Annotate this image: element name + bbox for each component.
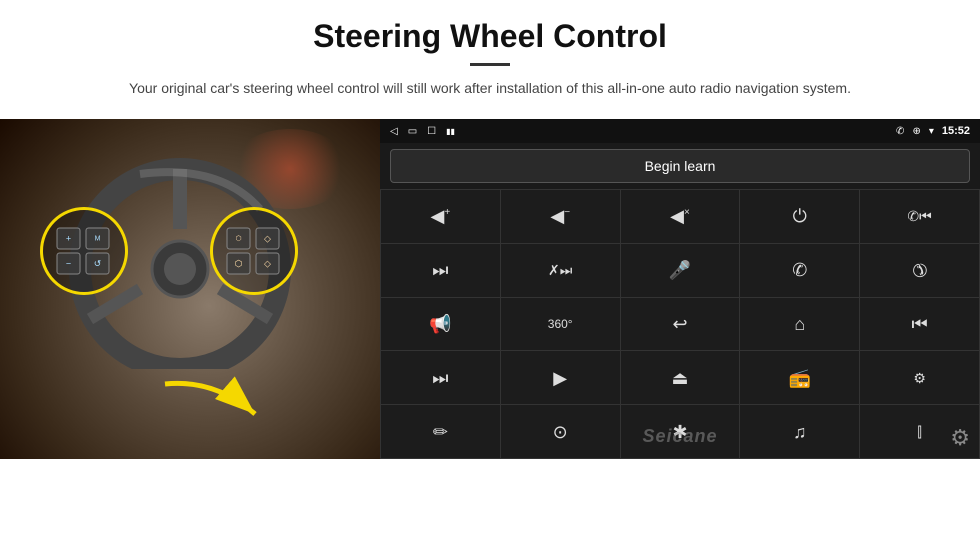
begin-learn-row: Begin learn (380, 143, 980, 189)
yellow-arrow (155, 374, 275, 434)
back-nav-icon[interactable]: ◁ (390, 126, 398, 137)
window-icon[interactable]: ▭ (408, 126, 417, 137)
phone-status-icon: ✆ (896, 126, 904, 137)
status-bar: ◁ ▭ ☐ ▮▮ ✆ ⊕ ▾ 15:52 (380, 119, 980, 143)
icon-grid: ◀+ ◀− ◀× ⏻ ✆⏮ ⏭ (380, 189, 980, 459)
mute-next-button[interactable]: ✗⏭ (501, 244, 620, 297)
right-control-btns: ⬡ ◇ ⬡ ◇ (227, 228, 282, 275)
next-track-icon: ⏭ (432, 261, 448, 279)
vol-down-button[interactable]: ◀− (501, 190, 620, 243)
car-image: + M − ↺ ⬡ ◇ ⬡ ◇ (0, 119, 380, 459)
radio-icon: 📻 (789, 369, 811, 387)
back-icon: ↩ (672, 315, 687, 333)
next-track-button[interactable]: ⏭ (381, 244, 500, 297)
ctrl-btn-8[interactable]: ◇ (256, 253, 280, 275)
ctrl-btn-1[interactable]: + (57, 228, 81, 250)
page-title: Steering Wheel Control (60, 18, 920, 55)
wifi-status-icon: ▾ (929, 126, 934, 137)
home-icon: ⌂ (794, 315, 805, 333)
title-divider (470, 63, 510, 66)
android-screen: ◁ ▭ ☐ ▮▮ ✆ ⊕ ▾ 15:52 Begin learn (380, 119, 980, 459)
ctrl-btn-2[interactable]: M (86, 228, 110, 250)
fast-fwd-icon: ⏭ (432, 369, 448, 387)
back-button[interactable]: ↩ (621, 298, 740, 351)
prev-prev-button[interactable]: ⏮ (860, 298, 979, 351)
speaker-icon: 📢 (429, 315, 451, 333)
left-control-btns: + M − ↺ (57, 228, 112, 275)
vol-up-button[interactable]: ◀+ (381, 190, 500, 243)
phone-button[interactable]: ✆ (740, 244, 859, 297)
pen-icon: ✏ (433, 423, 448, 441)
ctrl-btn-6[interactable]: ◇ (256, 228, 280, 250)
pen-button[interactable]: ✏ (381, 405, 500, 458)
ctrl-btn-4[interactable]: ↺ (86, 253, 110, 275)
camera-360-button[interactable]: 360° (501, 298, 620, 351)
camera-360-icon: 360° (548, 318, 573, 330)
home-button[interactable]: ⌂ (740, 298, 859, 351)
eq-button[interactable]: ⚙ (860, 351, 979, 404)
ctrl-btn-5[interactable]: ⬡ (227, 228, 251, 250)
hang-up-button[interactable]: ✆ (860, 244, 979, 297)
page-container: Steering Wheel Control Your original car… (0, 0, 980, 548)
fast-fwd-button[interactable]: ⏭ (381, 351, 500, 404)
status-left: ◁ ▭ ☐ ▮▮ (390, 126, 455, 137)
mic-icon: 🎤 (669, 261, 691, 279)
nav-icon: ▶ (553, 369, 567, 387)
eject-button[interactable]: ⏏ (621, 351, 740, 404)
eq-icon: ⚙ (913, 371, 926, 385)
gear-settings-icon[interactable]: ⚙ (950, 425, 970, 451)
control-circle-right: ⬡ ◇ ⬡ ◇ (210, 207, 298, 295)
vol-up-icon: ◀+ (431, 207, 451, 225)
header-section: Steering Wheel Control Your original car… (0, 0, 980, 109)
prev-prev-icon: ⏮ (911, 315, 927, 333)
status-right: ✆ ⊕ ▾ 15:52 (896, 125, 970, 137)
radio-button[interactable]: 📻 (740, 351, 859, 404)
ctrl-btn-7[interactable]: ⬡ (227, 253, 251, 275)
eject-icon: ⏏ (671, 369, 688, 387)
subtitle-text: Your original car's steering wheel contr… (100, 78, 880, 99)
battery-icon: ▮▮ (446, 127, 455, 136)
ctrl-btn-3[interactable]: − (57, 253, 81, 275)
levels-icon: ⫿ (917, 425, 921, 439)
location-status-icon: ⊕ (912, 126, 920, 137)
time-display: 15:52 (942, 125, 970, 137)
mic-button[interactable]: 🎤 (621, 244, 740, 297)
vol-down-icon: ◀− (550, 207, 570, 225)
phone-prev-button[interactable]: ✆⏮ (860, 190, 979, 243)
phone-icon: ✆ (792, 261, 807, 279)
seicane-watermark: Seicane (642, 426, 717, 447)
control-circle-left: + M − ↺ (40, 207, 128, 295)
mute-icon: ◀× (670, 207, 690, 225)
power-button[interactable]: ⏻ (740, 190, 859, 243)
speaker-button[interactable]: 📢 (381, 298, 500, 351)
music-icon: ♫ (793, 423, 807, 441)
settings-circle-button[interactable]: ⊙ (501, 405, 620, 458)
nav-button[interactable]: ▶ (501, 351, 620, 404)
music-button[interactable]: ♫ (740, 405, 859, 458)
mute-button[interactable]: ◀× (621, 190, 740, 243)
begin-learn-button[interactable]: Begin learn (390, 149, 970, 183)
steering-wheel-bg: + M − ↺ ⬡ ◇ ⬡ ◇ (0, 119, 380, 459)
phone-prev-icon: ✆⏮ (907, 209, 931, 223)
hang-up-icon: ✆ (908, 258, 931, 281)
mute-next-icon: ✗⏭ (548, 263, 572, 277)
settings-circle-icon: ⊙ (553, 423, 568, 441)
power-icon: ⏻ (793, 207, 807, 225)
content-area: + M − ↺ ⬡ ◇ ⬡ ◇ (0, 119, 980, 548)
android-screen-wrapper: ◁ ▭ ☐ ▮▮ ✆ ⊕ ▾ 15:52 Begin learn (380, 119, 980, 459)
square-icon[interactable]: ☐ (427, 126, 436, 137)
